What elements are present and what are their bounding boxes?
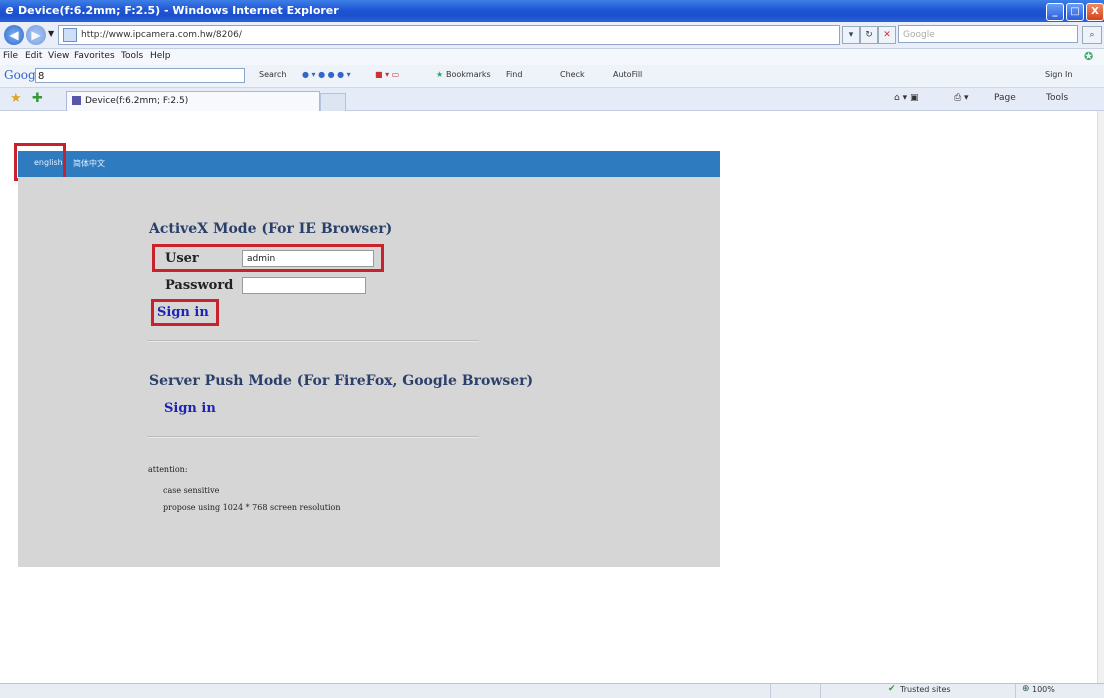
google-toolbar: Google 8 Search ● ▾ ● ● ● ▾ ■ ▾ ▭ ★ Book… (0, 65, 1104, 88)
divider (147, 340, 479, 342)
tab-page-icon (72, 96, 81, 105)
activex-mode-heading: ActiveX Mode (For IE Browser) (149, 221, 393, 237)
password-input[interactable] (242, 277, 366, 294)
status-divider (770, 684, 771, 698)
security-zone[interactable]: Trusted sites (900, 685, 951, 694)
page-icon (63, 27, 77, 42)
google-bookmarks-button[interactable]: Bookmarks (446, 70, 491, 79)
ie-logo-icon: e (5, 3, 14, 17)
note-case-sensitive: case sensitive (163, 486, 220, 495)
back-arrow-icon[interactable]: ◀ (4, 25, 24, 45)
minimize-button[interactable]: _ (1046, 3, 1064, 21)
google-search-button[interactable]: Search (259, 70, 286, 79)
favorites-star-icon[interactable]: ★ (10, 91, 22, 106)
zoom-level[interactable]: 100% (1032, 685, 1055, 694)
server-push-sign-in-link[interactable]: Sign in (164, 401, 216, 416)
bookmarks-star-icon: ★ (436, 70, 444, 79)
google-search-input[interactable]: 8 (35, 68, 245, 83)
server-push-heading: Server Push Mode (For FireFox, Google Br… (149, 373, 534, 389)
window-title-bar: e Device(f:6.2mm; F:2.5) - Windows Inter… (0, 0, 1104, 22)
address-text: http://www.ipcamera.com.hw/8206/ (81, 30, 242, 40)
popup-blocker-icon[interactable]: ■ ▾ ▭ (375, 70, 399, 79)
search-icon[interactable]: ⌕ (1082, 26, 1102, 44)
menu-edit[interactable]: Edit (25, 51, 42, 61)
google-find-button[interactable]: Find (506, 70, 522, 79)
add-favorites-icon[interactable]: ✚ (32, 91, 43, 106)
menu-help[interactable]: Help (150, 51, 171, 61)
menu-favorites[interactable]: Favorites (74, 51, 115, 61)
menu-bar: File Edit View Favorites Tools Help ✪ (0, 49, 1104, 65)
status-bar: ✔ Trusted sites ⊕ 100% (0, 683, 1104, 698)
vertical-scrollbar[interactable] (1097, 111, 1104, 683)
lang-chinese-link[interactable]: 简体中文 (73, 158, 105, 169)
google-autofill-button[interactable]: AutoFill (613, 70, 642, 79)
status-divider (820, 684, 821, 698)
refresh-icon[interactable]: ↻ (860, 26, 878, 44)
messenger-icon[interactable]: ✪ (1084, 50, 1093, 63)
attention-label: attention: (148, 465, 188, 474)
menu-file[interactable]: File (3, 51, 18, 61)
page-menu[interactable]: Page (994, 93, 1016, 103)
trusted-check-icon: ✔ (888, 684, 896, 694)
note-resolution: propose using 1024 * 768 screen resoluti… (163, 503, 341, 512)
close-button[interactable]: X (1086, 3, 1104, 21)
print-icon[interactable]: ⎙ ▾ (954, 93, 969, 103)
tab-bar: ★ ✚ Device(f:6.2mm; F:2.5) ⌂ ▾ ▣ ⎙ ▾ Pag… (0, 88, 1104, 111)
menu-view[interactable]: View (48, 51, 69, 61)
search-input[interactable]: Google (898, 25, 1078, 43)
new-tab-button[interactable] (320, 93, 346, 111)
password-label: Password (165, 278, 234, 293)
address-toolbar: ◀ ▶ ▼ http://www.ipcamera.com.hw/8206/ ▾… (0, 22, 1104, 49)
google-check-button[interactable]: Check (560, 70, 585, 79)
zoom-icon: ⊕ (1022, 684, 1030, 694)
highlight-language (14, 143, 66, 181)
window-title: Device(f:6.2mm; F:2.5) - Windows Interne… (18, 4, 339, 17)
status-divider (1015, 684, 1016, 698)
address-bar[interactable]: http://www.ipcamera.com.hw/8206/ (58, 25, 840, 45)
forward-arrow-icon[interactable]: ▶ (26, 25, 46, 45)
stop-icon[interactable]: ✕ (878, 26, 896, 44)
toolbar-extra-icons[interactable]: ● ▾ ● ● ● ▾ (302, 70, 351, 79)
highlight-sign-in (151, 299, 219, 326)
address-dropdown-button[interactable]: ▾ (842, 26, 860, 44)
highlight-user (152, 244, 384, 272)
menu-tools[interactable]: Tools (121, 51, 143, 61)
tools-menu[interactable]: Tools (1046, 93, 1068, 103)
divider (147, 436, 479, 438)
google-signin-button[interactable]: Sign In (1045, 70, 1072, 79)
history-dropdown-icon[interactable]: ▼ (48, 29, 54, 38)
maximize-button[interactable]: □ (1066, 3, 1084, 21)
language-bar (18, 151, 720, 177)
tab-title: Device(f:6.2mm; F:2.5) (85, 96, 189, 106)
home-icon[interactable]: ⌂ ▾ ▣ (894, 93, 918, 103)
tab-device[interactable]: Device(f:6.2mm; F:2.5) (66, 91, 320, 111)
